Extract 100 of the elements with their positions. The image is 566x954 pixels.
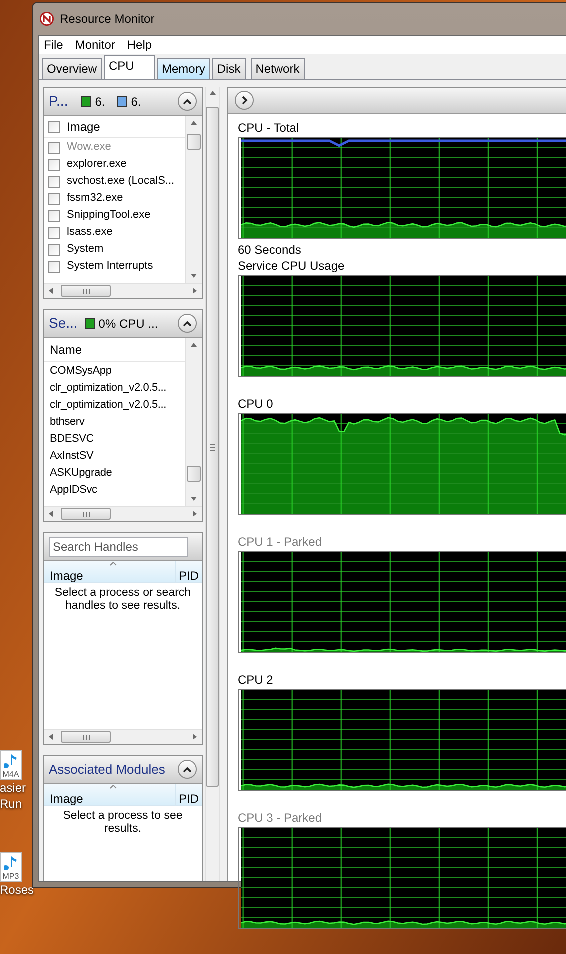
- checkbox[interactable]: [48, 192, 60, 204]
- checkbox[interactable]: [48, 176, 60, 188]
- scrollbar-thumb[interactable]: [61, 731, 111, 743]
- vertical-scrollbar[interactable]: [185, 338, 202, 506]
- desktop-icon-label[interactable]: Run: [0, 796, 22, 812]
- column-header[interactable]: Image: [44, 116, 185, 138]
- search-field[interactable]: Search Handles: [49, 536, 188, 556]
- scroll-right-arrow-icon[interactable]: [193, 511, 197, 517]
- section-header[interactable]: Search Handles: [44, 533, 202, 561]
- checkbox[interactable]: [48, 226, 60, 238]
- audio-file-icon[interactable]: MP3: [0, 852, 22, 882]
- column-title[interactable]: PID: [176, 784, 202, 805]
- horizontal-scrollbar[interactable]: [44, 506, 202, 521]
- graph-title: CPU 1 - Parked: [238, 534, 324, 550]
- empty-results-message: Select a process to see results.: [62, 810, 184, 836]
- tab[interactable]: Disk: [212, 58, 246, 79]
- menu-item[interactable]: Help: [127, 36, 152, 54]
- expand-button[interactable]: [235, 91, 254, 110]
- service-name[interactable]: ASKUpgrade: [44, 465, 185, 482]
- collapse-button[interactable]: [178, 92, 197, 111]
- file-type-label: MP3: [2, 872, 20, 881]
- scrollbar-thumb[interactable]: [206, 107, 219, 787]
- service-name[interactable]: AxInstSV: [44, 448, 185, 465]
- empty-results-message: Select a process or search handles to see results.: [54, 587, 192, 614]
- grip-icon: [82, 512, 90, 516]
- menu-item[interactable]: Monitor: [75, 36, 116, 54]
- checkbox[interactable]: [48, 210, 60, 222]
- checkbox[interactable]: [48, 120, 60, 132]
- collapse-button[interactable]: [178, 760, 197, 779]
- grip-icon: [82, 288, 90, 294]
- graph-title: CPU 2: [238, 672, 274, 688]
- vertical-scrollbar[interactable]: [185, 116, 202, 283]
- scroll-down-arrow-icon[interactable]: [191, 497, 197, 501]
- tab[interactable]: Memory: [157, 58, 210, 79]
- scroll-right-arrow-icon[interactable]: [193, 734, 197, 740]
- collapse-button[interactable]: [178, 314, 197, 333]
- scroll-up-arrow-icon[interactable]: [191, 121, 197, 125]
- scroll-left-arrow-icon[interactable]: [49, 734, 53, 740]
- horizontal-scrollbar[interactable]: [44, 729, 202, 744]
- app-icon: [40, 12, 54, 26]
- section-header[interactable]: Associated Modules: [44, 756, 202, 784]
- graph-title: CPU - Total: [238, 120, 300, 136]
- service-name[interactable]: BDESVC: [44, 431, 185, 448]
- graph-time-span: 60 Seconds: [238, 242, 302, 258]
- graph-title: CPU 0: [238, 396, 274, 412]
- checkbox[interactable]: [48, 244, 60, 256]
- scrollbar-thumb[interactable]: [61, 508, 111, 520]
- desktop-icon-label[interactable]: Roses: [0, 882, 34, 898]
- scrollbar-thumb[interactable]: [187, 466, 201, 482]
- chevron-right-icon: [242, 96, 248, 105]
- scroll-left-arrow-icon[interactable]: [49, 288, 53, 294]
- process-name[interactable]: System: [67, 241, 104, 258]
- checkbox[interactable]: [48, 260, 60, 272]
- legend-value: 6.: [131, 94, 142, 110]
- service-name[interactable]: clr_optimization_v2.0.5...: [44, 397, 185, 414]
- collapse-icon: [183, 98, 192, 104]
- graph-title: Service CPU Usage: [238, 258, 346, 274]
- service-name[interactable]: AppIDSvc: [44, 482, 185, 499]
- column-title[interactable]: PID: [176, 561, 202, 582]
- service-name[interactable]: COMSysApp: [44, 363, 185, 380]
- scroll-up-arrow-icon[interactable]: [191, 343, 197, 347]
- tab[interactable]: Network: [250, 58, 305, 79]
- scroll-right-arrow-icon[interactable]: [193, 288, 197, 294]
- tab[interactable]: Overview: [42, 58, 102, 79]
- process-name[interactable]: SnippingTool.exe: [67, 207, 151, 224]
- vertical-scrollbar[interactable]: [205, 87, 220, 881]
- horizontal-scrollbar[interactable]: [44, 283, 202, 298]
- legend-value: 0% CPU ...: [98, 316, 158, 332]
- section-header[interactable]: P... 6. 6.: [44, 88, 202, 116]
- collapse-icon: [183, 766, 192, 772]
- section-title: Se...: [49, 314, 78, 333]
- scroll-left-arrow-icon[interactable]: [49, 511, 53, 517]
- service-name[interactable]: bthserv: [44, 414, 185, 431]
- service-name[interactable]: clr_optimization_v2.0.5...: [44, 380, 185, 397]
- process-name[interactable]: lsass.exe: [67, 224, 113, 241]
- audio-file-icon[interactable]: M4A: [0, 750, 22, 780]
- process-name[interactable]: svchost.exe (LocalS...: [67, 173, 175, 190]
- scrollbar-thumb[interactable]: [187, 134, 201, 150]
- scrollbar-thumb[interactable]: [61, 285, 111, 297]
- column-title[interactable]: Image: [44, 561, 176, 582]
- scroll-up-arrow-icon[interactable]: [210, 91, 216, 95]
- process-name[interactable]: System Interrupts: [67, 258, 154, 275]
- column-title: Name: [50, 342, 82, 358]
- process-name[interactable]: explorer.exe: [67, 156, 127, 173]
- music-note-icon: [4, 753, 18, 769]
- grip-icon: [82, 734, 90, 740]
- scroll-down-arrow-icon[interactable]: [191, 274, 197, 278]
- menu-item[interactable]: File: [44, 36, 64, 54]
- checkbox[interactable]: [48, 158, 60, 170]
- section-title: Associated Modules: [49, 760, 166, 779]
- window-title: Resource Monitor: [60, 11, 155, 28]
- grip-icon: [210, 444, 215, 450]
- column-title[interactable]: Image: [44, 784, 176, 805]
- tab[interactable]: CPU: [104, 55, 156, 79]
- section-header[interactable]: Se... 0% CPU ...: [44, 310, 202, 338]
- process-name[interactable]: fssm32.exe: [67, 190, 124, 207]
- music-note-icon: [4, 855, 18, 871]
- desktop-icon-label[interactable]: asier: [0, 780, 26, 796]
- legend-value: 6.: [95, 94, 106, 110]
- checkbox[interactable]: [48, 142, 60, 154]
